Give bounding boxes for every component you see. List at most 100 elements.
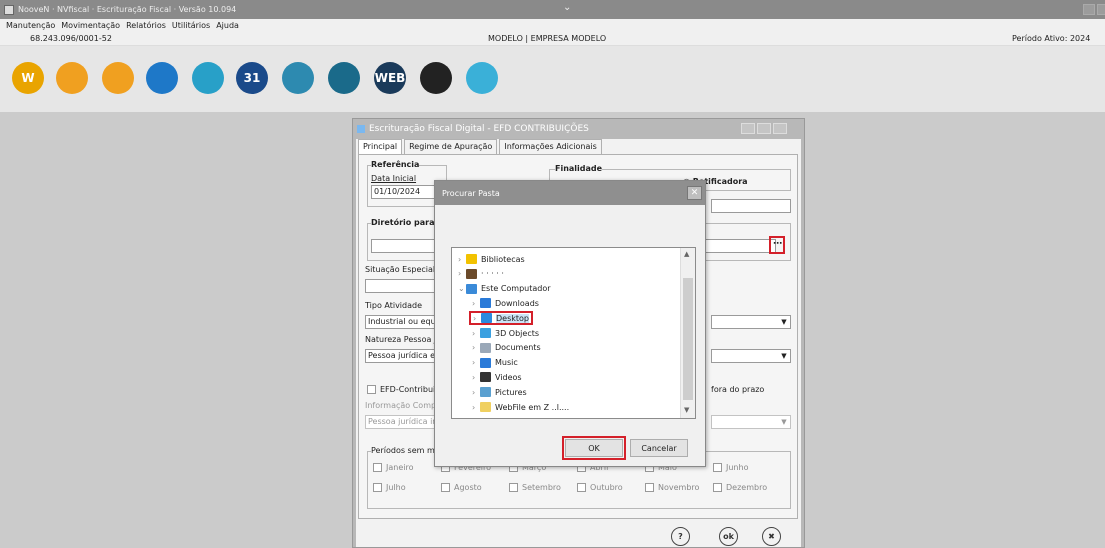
minimize-button[interactable]: [1083, 4, 1095, 15]
month-label-novembro: Novembro: [658, 483, 700, 492]
expand-right-icon[interactable]: ›: [472, 358, 480, 367]
dialog-close-button[interactable]: ✕: [687, 186, 702, 200]
photo-icon[interactable]: [192, 62, 224, 94]
menu-ajuda[interactable]: Ajuda: [216, 21, 239, 30]
auction-icon[interactable]: [466, 62, 498, 94]
window-icon: [357, 125, 365, 133]
sped-fiscal-icon[interactable]: [56, 62, 88, 94]
efd-maximize-button[interactable]: [757, 123, 771, 134]
tree-item-pictures[interactable]: › Pictures: [472, 385, 527, 399]
month-checkbox-julho[interactable]: [373, 483, 382, 492]
tipo-atividade-label: Tipo Atividade: [365, 301, 423, 310]
efd-contribuicoes-checkbox[interactable]: [367, 385, 376, 394]
expand-right-icon[interactable]: ›: [473, 314, 481, 323]
informacao-complementar-select-right[interactable]: ▼: [711, 415, 791, 429]
expand-right-icon[interactable]: ›: [472, 373, 480, 382]
tree-item-videos[interactable]: › Videos: [472, 370, 522, 384]
expand-right-icon[interactable]: ›: [472, 343, 480, 352]
efd-minimize-button[interactable]: [741, 123, 755, 134]
natureza-label: Natureza Pessoa J: [365, 335, 437, 344]
month-checkbox-outubro[interactable]: [577, 483, 586, 492]
scroll-thumb[interactable]: [683, 278, 693, 400]
efd-title-bar: Escrituração Fiscal Digital - EFD CONTRI…: [353, 119, 804, 139]
web-icon[interactable]: WEB: [374, 62, 406, 94]
tree-item-documents[interactable]: › Documents: [472, 341, 541, 355]
tab-regime-apuracao[interactable]: Regime de Apuração: [404, 139, 498, 155]
cloud-sync-icon[interactable]: [146, 62, 178, 94]
tipo-atividade-select-right[interactable]: ▼: [711, 315, 791, 329]
tree-item-network-drive[interactable]: › WebFile em Z ..l....: [472, 400, 569, 414]
month-label-dezembro: Dezembro: [726, 483, 768, 492]
company-info-bar: 68.243.096/0001-52 MODELO | EMPRESA MODE…: [0, 32, 1105, 46]
tree-item-label: Downloads: [495, 298, 539, 308]
database-icon[interactable]: [328, 62, 360, 94]
menu-relatorios[interactable]: Relatórios: [126, 21, 166, 30]
dialog-title: Procurar Pasta: [442, 188, 500, 198]
informacao-complementar-select[interactable]: Pessoa jurídica inu: [365, 415, 445, 429]
expand-down-icon[interactable]: ⌄: [458, 284, 466, 293]
dialog-cancel-button[interactable]: Cancelar: [630, 439, 688, 457]
expand-right-icon[interactable]: ›: [472, 329, 480, 338]
month-checkbox-dezembro[interactable]: [713, 483, 722, 492]
natureza-select-right[interactable]: ▼: [711, 349, 791, 363]
menu-bar: Manutenção Movimentação Relatórios Utili…: [0, 19, 1105, 32]
tree-item-music[interactable]: › Music: [472, 356, 518, 370]
natureza-select[interactable]: Pessoa jurídica em: [365, 349, 445, 363]
scroll-down-icon[interactable]: ▼: [684, 406, 689, 414]
maximize-button[interactable]: [1097, 4, 1105, 15]
data-inicial-field[interactable]: 01/10/2024: [371, 185, 437, 199]
menu-manutencao[interactable]: Manutenção: [6, 21, 55, 30]
expand-right-icon[interactable]: ›: [458, 269, 466, 278]
document-icon[interactable]: W: [12, 62, 44, 94]
tree-scrollbar[interactable]: ▲ ▼: [680, 248, 695, 418]
monitor-icon[interactable]: [282, 62, 314, 94]
tab-principal[interactable]: Principal: [358, 139, 403, 155]
network-drive-icon: [480, 402, 491, 412]
efd-close-button[interactable]: [773, 123, 787, 134]
tipo-atividade-select[interactable]: Industrial ou equip: [365, 315, 445, 329]
library-icon: [466, 254, 477, 264]
month-checkbox-setembro[interactable]: [509, 483, 518, 492]
tab-informacoes-adicionais[interactable]: Informações Adicionais: [499, 139, 602, 155]
assistant-avatar-icon[interactable]: [420, 62, 452, 94]
tree-item-library[interactable]: › Bibliotecas: [458, 252, 525, 266]
main-toolbar: W 31 WEB: [0, 46, 1105, 112]
chevron-down-icon[interactable]: ⌄: [563, 2, 571, 13]
tree-item-desktop-folder[interactable]: › Desktop: [469, 311, 533, 326]
month-checkbox-janeiro[interactable]: [373, 463, 382, 472]
month-checkbox-agosto[interactable]: [441, 483, 450, 492]
calendar-icon[interactable]: 31: [236, 62, 268, 94]
month-label-setembro: Setembro: [522, 483, 561, 492]
month-checkbox-novembro[interactable]: [645, 483, 654, 492]
dialog-title-bar: Procurar Pasta: [435, 181, 705, 205]
tree-item-downloads[interactable]: › Downloads: [472, 296, 539, 310]
ok-button[interactable]: ok: [719, 527, 738, 546]
menu-movimentacao[interactable]: Movimentação: [61, 21, 120, 30]
browse-folder-button[interactable]: ⋯: [773, 239, 782, 249]
month-checkbox-junho[interactable]: [713, 463, 722, 472]
tree-item-label: Music: [495, 358, 518, 368]
help-button[interactable]: ?: [671, 527, 690, 546]
cancel-button[interactable]: ✖: [762, 527, 781, 546]
situacao-especial-field[interactable]: [365, 279, 445, 293]
situacao-especial-label: Situação Especial: [365, 265, 436, 274]
expand-right-icon[interactable]: ›: [472, 299, 480, 308]
sped-contrib-icon[interactable]: [102, 62, 134, 94]
recibo-field[interactable]: [711, 199, 791, 213]
expand-right-icon[interactable]: ›: [472, 403, 480, 412]
efd-contribuicoes-check-label: EFD-Contribuiç: [380, 385, 440, 394]
tree-item-user-folder[interactable]: › · · · · ·: [458, 267, 504, 281]
downloads-icon: [480, 298, 491, 309]
menu-utilitarios[interactable]: Utilitários: [172, 21, 210, 30]
tree-item-label: Videos: [495, 372, 522, 382]
expand-right-icon[interactable]: ›: [458, 255, 466, 264]
folder-tree: ▲ ▼ › Bibliotecas › · · · · · ⌄ Este Computad…: [451, 247, 696, 419]
dropdown-arrow-icon: ▼: [781, 318, 787, 326]
expand-right-icon[interactable]: ›: [472, 388, 480, 397]
month-label-janeiro: Janeiro: [386, 463, 414, 472]
tree-item-3d-objects[interactable]: › 3D Objects: [472, 326, 539, 340]
tree-item-label: Pictures: [495, 387, 527, 397]
tree-item-computer[interactable]: ⌄ Este Computador: [458, 282, 551, 296]
scroll-up-icon[interactable]: ▲: [684, 250, 689, 258]
app-title: NooveN · NVfiscal · Escrituração Fiscal …: [18, 5, 237, 14]
